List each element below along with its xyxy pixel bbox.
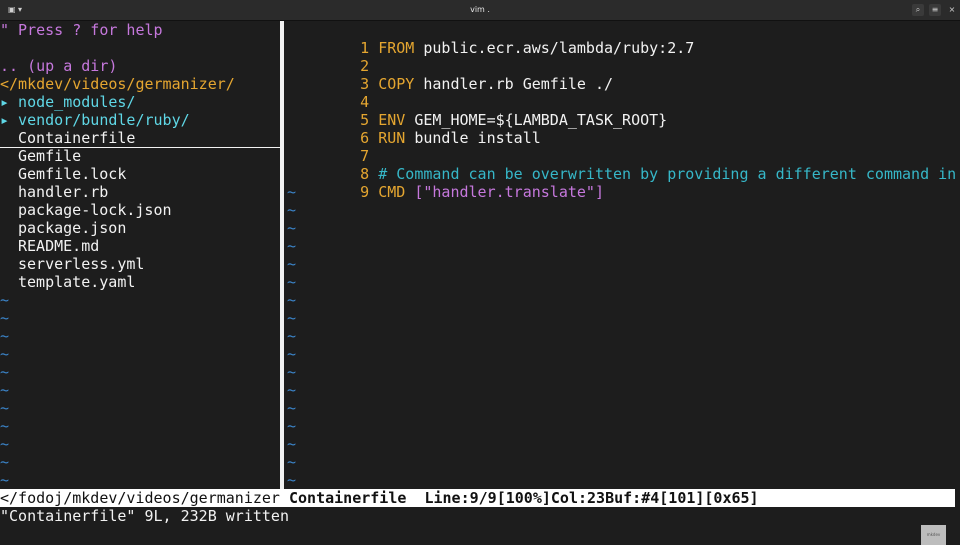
empty-line-tilde: ~ <box>287 345 297 363</box>
empty-line-tilde: ~ <box>287 309 297 327</box>
tree-file-gemfile[interactable]: Gemfile <box>18 147 81 165</box>
status-position: Line:9/9[100%]Col:23Buf:#4[101][0x65] <box>406 489 759 507</box>
empty-line-tilde: ~ <box>287 435 297 453</box>
watermark-logo: mkdev <box>921 525 946 545</box>
terminal-area[interactable]: " Press ? for help .. (up a dir) </mkdev… <box>0 21 960 545</box>
tree-dir-node-modules[interactable]: ▸ node_modules/ <box>0 93 135 111</box>
keyword: CMD <box>378 183 406 201</box>
tree-file-containerfile[interactable]: Containerfile <box>0 129 280 148</box>
editor-pane[interactable]: 1 FROM public.ecr.aws/lambda/ruby:2.7 2 … <box>287 21 960 489</box>
empty-line-tilde: ~ <box>287 183 297 201</box>
empty-line-tilde: ~ <box>0 399 10 417</box>
code-text: bundle install <box>405 129 541 147</box>
tree-file-readme[interactable]: README.md <box>18 237 99 255</box>
empty-line-tilde: ~ <box>287 327 297 345</box>
tree-dir-vendor[interactable]: ▸ vendor/bundle/ruby/ <box>0 111 190 129</box>
empty-line-tilde: ~ <box>287 291 297 309</box>
empty-line-tilde: ~ <box>287 237 297 255</box>
keyword: FROM <box>378 39 415 57</box>
empty-line-tilde: ~ <box>287 255 297 273</box>
watermark-text: mkdev <box>926 532 941 537</box>
empty-line-tilde: ~ <box>287 399 297 417</box>
editor-line: 6 RUN bundle install <box>287 111 541 147</box>
empty-line-tilde: ~ <box>287 417 297 435</box>
empty-line-tilde: ~ <box>0 381 10 399</box>
editor-line: 5 ENV GEM_HOME=${LAMBDA_TASK_ROOT} <box>287 93 667 129</box>
line-number: 9 <box>360 183 370 201</box>
empty-line-tilde: ~ <box>287 201 297 219</box>
empty-line-tilde: ~ <box>0 471 10 489</box>
editor-line: 9 CMD ["handler.translate"] <box>287 165 604 201</box>
editor-line: 4 <box>287 75 369 111</box>
tree-file-gemfile-lock[interactable]: Gemfile.lock <box>18 165 126 183</box>
status-filename: Containerfile <box>288 489 407 507</box>
search-icon[interactable]: ⌕ <box>912 4 924 16</box>
tree-help-text: " Press ? for help <box>0 21 163 39</box>
empty-line-tilde: ~ <box>287 471 297 489</box>
empty-line-tilde: ~ <box>0 291 10 309</box>
tree-file-package-lock[interactable]: package-lock.json <box>18 201 172 219</box>
file-tree-pane[interactable]: " Press ? for help .. (up a dir) </mkdev… <box>0 21 280 489</box>
code-text: public.ecr.aws/lambda/ruby:2.7 <box>414 39 695 57</box>
empty-line-tilde: ~ <box>287 219 297 237</box>
editor-line: 1 FROM public.ecr.aws/lambda/ruby:2.7 <box>287 21 694 57</box>
window-title: vim . <box>470 5 490 14</box>
close-icon[interactable]: × <box>946 4 958 16</box>
editor-line: 8 # Command can be overwritten by provid… <box>287 147 960 183</box>
command-line-message: "Containerfile" 9L, 232B written <box>0 507 289 525</box>
empty-line-tilde: ~ <box>0 363 10 381</box>
keyword: RUN <box>378 129 406 147</box>
tree-root-path[interactable]: </mkdev/videos/germanizer/ <box>0 75 235 93</box>
hamburger-menu-icon[interactable]: ≡ <box>929 4 941 16</box>
empty-line-tilde: ~ <box>0 327 10 345</box>
editor-line: 7 <box>287 129 369 165</box>
empty-line-tilde: ~ <box>0 435 10 453</box>
code-string: ["handler.translate"] <box>405 183 604 201</box>
tree-file-label: Containerfile <box>18 129 136 147</box>
vertical-split-separator[interactable] <box>280 21 284 489</box>
tree-file-template[interactable]: template.yaml <box>18 273 135 291</box>
empty-line-tilde: ~ <box>287 273 297 291</box>
status-path: </fodoj/mkdev/videos/germanizer <box>0 489 289 507</box>
empty-line-tilde: ~ <box>0 309 10 327</box>
keyword: COPY <box>378 75 415 93</box>
tree-up-dir[interactable]: .. (up a dir) <box>0 57 117 75</box>
tree-file-handler[interactable]: handler.rb <box>18 183 108 201</box>
status-line: </fodoj/mkdev/videos/germanizer Containe… <box>0 489 955 507</box>
tree-file-serverless[interactable]: serverless.yml <box>18 255 144 273</box>
empty-line-tilde: ~ <box>0 345 10 363</box>
editor-line: 2 <box>287 39 369 75</box>
editor-line: 3 COPY handler.rb Gemfile ./ <box>287 57 613 93</box>
empty-line-tilde: ~ <box>0 453 10 471</box>
empty-line-tilde: ~ <box>287 453 297 471</box>
empty-line-tilde: ~ <box>287 381 297 399</box>
tree-file-package-json[interactable]: package.json <box>18 219 126 237</box>
empty-line-tilde: ~ <box>0 417 10 435</box>
empty-line-tilde: ~ <box>287 363 297 381</box>
window-titlebar: ▣ ▾ vim . ⌕ ≡ × <box>0 0 960 21</box>
code-text: handler.rb Gemfile ./ <box>414 75 614 93</box>
